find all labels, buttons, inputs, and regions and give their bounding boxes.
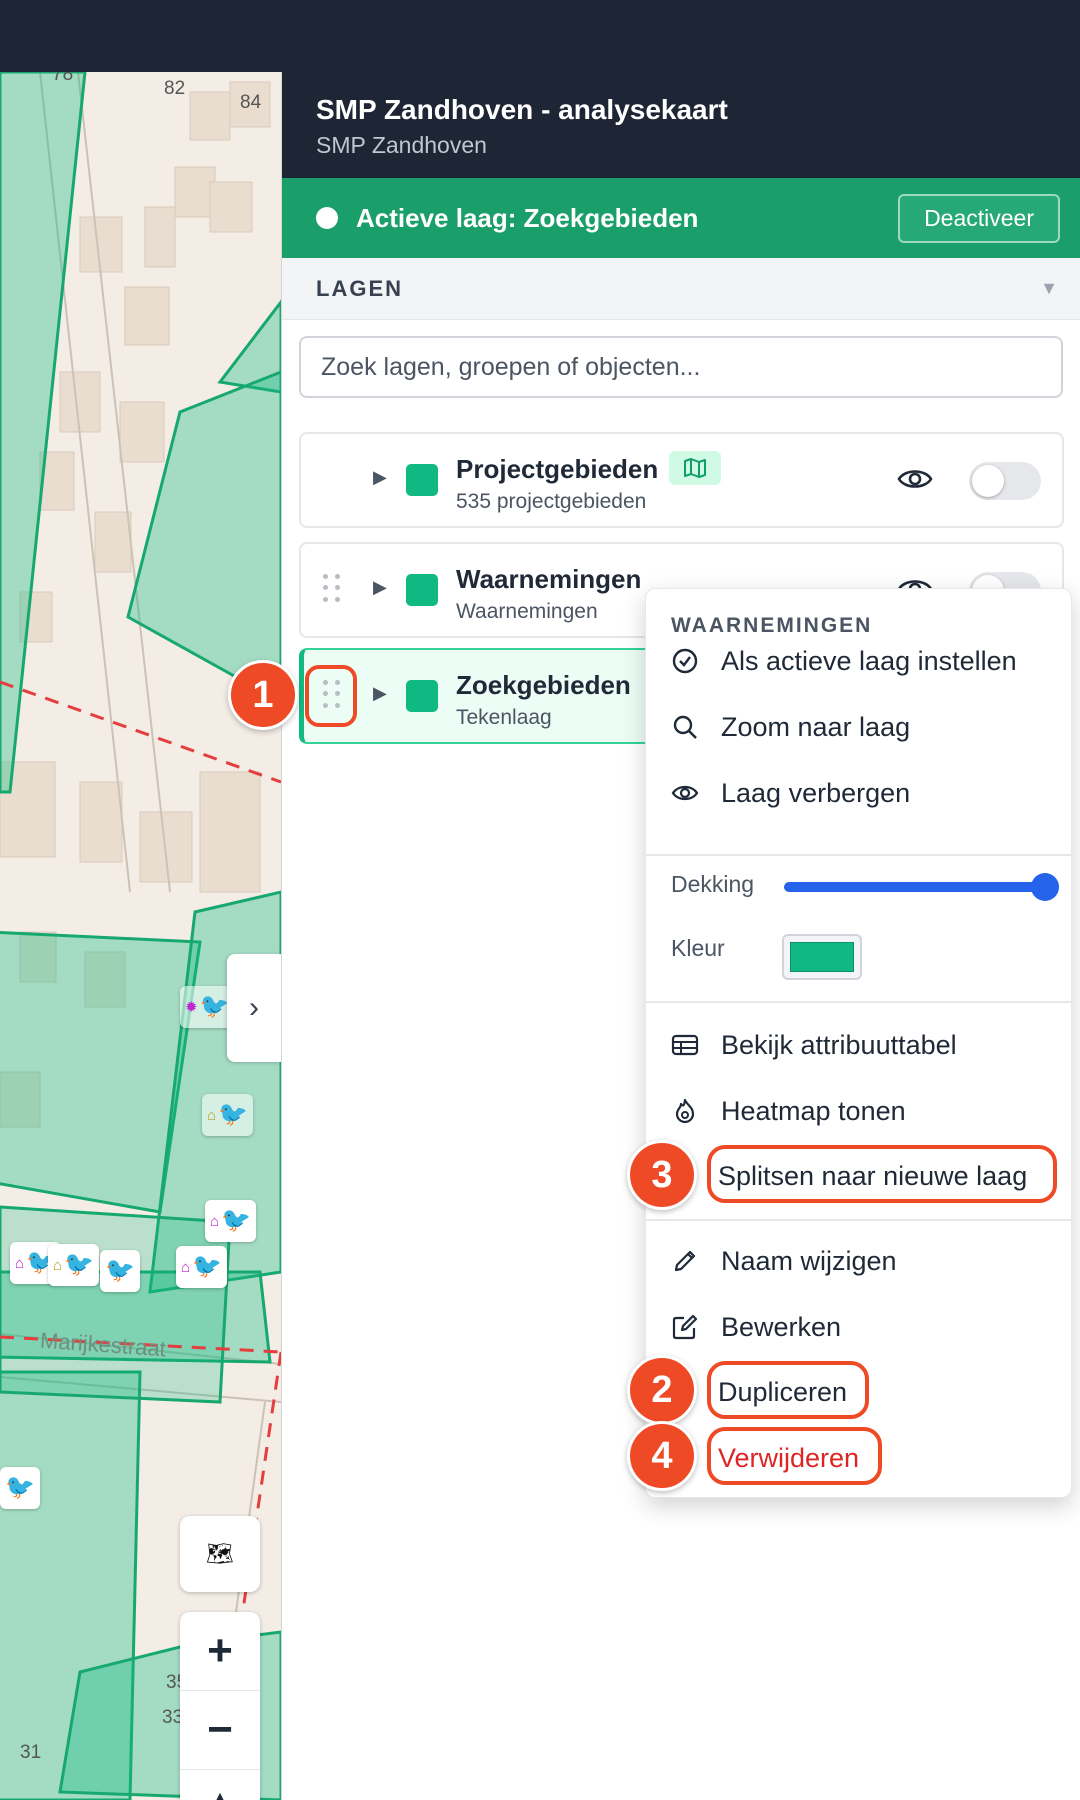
layer-color-swatch	[406, 680, 438, 712]
color-picker[interactable]	[782, 934, 862, 980]
top-app-bar	[0, 0, 1080, 72]
layer-name: Projectgebieden	[456, 454, 659, 484]
layer-search-input[interactable]	[321, 352, 1041, 382]
map-view[interactable]: 78 82 84 Marijkestraat 35 33 31 ✹ 🐦 ⌂ 🐦 ⌂ 🐦…	[0, 72, 281, 1800]
menu-item-rename[interactable]: Naam wijzigen	[671, 1241, 897, 1281]
observation-marker[interactable]: ⌂ 🐦	[202, 1094, 253, 1136]
map-icon	[669, 451, 721, 485]
menu-item-heatmap[interactable]: Heatmap tonen	[671, 1091, 906, 1131]
menu-item-label: Bewerken	[721, 1311, 842, 1342]
menu-item-label: Heatmap tonen	[721, 1095, 906, 1126]
active-indicator-icon	[316, 207, 338, 229]
context-menu-title: WAARNEMINGEN	[671, 614, 873, 637]
map-house-number: 78	[52, 72, 74, 85]
observation-marker[interactable]: 🐦	[0, 1467, 40, 1509]
callout-highlight-duplicate	[707, 1361, 869, 1419]
collapse-caret-icon[interactable]: ▼	[1040, 278, 1058, 299]
observation-marker[interactable]: ⌂ 🐦	[205, 1200, 256, 1242]
menu-divider	[646, 1219, 1071, 1221]
layer-color-swatch	[406, 464, 438, 496]
expand-caret-icon[interactable]: ▶	[373, 467, 387, 488]
map-house-number: 84	[240, 92, 262, 113]
menu-item-label: Laag verbergen	[721, 777, 911, 808]
menu-item-label: Zoom naar laag	[721, 711, 911, 742]
eye-icon	[671, 785, 699, 801]
plus-icon: +	[207, 1626, 233, 1675]
callout-badge: 2	[627, 1355, 697, 1425]
map-house-number: 82	[164, 78, 186, 99]
layers-section-title: LAGEN	[316, 275, 403, 301]
menu-item-hide-layer[interactable]: Laag verbergen	[671, 773, 910, 813]
expand-caret-icon[interactable]: ▶	[373, 683, 387, 704]
layer-color-swatch	[406, 574, 438, 606]
panel-header: SMP Zandhoven - analysekaart SMP Zandhov…	[282, 72, 1080, 178]
compass-button[interactable]: ▲▼	[180, 1770, 260, 1800]
opacity-slider-thumb[interactable]	[1031, 873, 1059, 901]
opacity-label: Dekking	[671, 871, 755, 897]
callout-badge: 1	[228, 660, 298, 730]
layer-name: Zoekgebieden	[456, 670, 631, 700]
minus-icon: −	[207, 1705, 233, 1754]
map-title: SMP Zandhoven - analysekaart	[316, 94, 728, 125]
drag-handle-icon[interactable]	[323, 574, 341, 604]
edit-square-icon	[672, 1314, 698, 1340]
menu-item-attribute-table[interactable]: Bekijk attribuuttabel	[671, 1025, 957, 1065]
eye-icon[interactable]	[897, 464, 933, 499]
table-icon	[671, 1034, 699, 1056]
layer-subtitle: 535 projectgebieden	[456, 490, 647, 513]
basemap-icon: 🗺	[206, 1541, 234, 1566]
menu-item-set-active[interactable]: Als actieve laag instellen	[671, 641, 1017, 681]
compass-icon: ▲	[207, 1783, 233, 1800]
callout-highlight-delete	[707, 1427, 882, 1485]
deactivate-button[interactable]: Deactiveer	[898, 193, 1060, 243]
active-layer-bar: Actieve laag: Zoekgebieden Deactiveer	[282, 178, 1080, 258]
layer-subtitle: Waarnemingen	[456, 600, 598, 623]
color-label: Kleur	[671, 935, 725, 961]
menu-item-edit[interactable]: Bewerken	[671, 1307, 841, 1347]
search-icon	[673, 715, 697, 739]
callout-badge: 3	[627, 1140, 697, 1210]
color-swatch	[790, 942, 854, 972]
opacity-slider[interactable]	[784, 882, 1046, 892]
layer-row-projectgebieden[interactable]: ▶ Projectgebieden 535 projectgebieden	[299, 432, 1064, 528]
basemap-switch-button[interactable]: 🗺	[180, 1516, 260, 1592]
expand-caret-icon[interactable]: ▶	[373, 577, 387, 598]
collapse-panel-button[interactable]: ›	[227, 954, 281, 1062]
project-name: SMP Zandhoven	[316, 132, 487, 158]
active-layer-label: Actieve laag: Zoekgebieden	[356, 202, 699, 233]
callout-badge: 4	[627, 1421, 697, 1491]
visibility-toggle[interactable]	[969, 462, 1041, 500]
observation-marker[interactable]: ⌂ 🐦	[176, 1246, 227, 1288]
menu-item-label: Naam wijzigen	[721, 1245, 897, 1276]
observation-marker[interactable]: ⌂ 🐦	[48, 1244, 99, 1286]
menu-divider	[646, 1001, 1071, 1003]
observation-marker[interactable]: 🐦	[100, 1250, 140, 1292]
layers-section-header[interactable]: LAGEN ▼	[282, 258, 1080, 320]
pencil-icon	[674, 1250, 696, 1272]
map-house-number: 31	[20, 1742, 42, 1763]
callout-highlight-split	[707, 1145, 1057, 1203]
callout-highlight-drag-handle	[305, 665, 357, 727]
check-circle-icon	[672, 648, 698, 674]
layer-name: Waarnemingen	[456, 564, 642, 594]
layer-subtitle: Tekenlaag	[456, 706, 552, 729]
zoom-out-button[interactable]: −	[180, 1691, 260, 1770]
menu-item-label: Als actieve laag instellen	[721, 645, 1017, 676]
zoom-controls: + − ▲▼	[180, 1612, 260, 1800]
menu-item-label: Bekijk attribuuttabel	[721, 1029, 957, 1060]
flame-icon	[675, 1098, 695, 1124]
menu-divider	[646, 854, 1071, 856]
menu-item-zoom-to-layer[interactable]: Zoom naar laag	[671, 707, 910, 747]
layer-context-menu: WAARNEMINGEN Als actieve laag instellen …	[645, 588, 1072, 1498]
zoom-in-button[interactable]: +	[180, 1612, 260, 1691]
chevron-right-icon: ›	[249, 991, 259, 1024]
layer-search[interactable]	[299, 336, 1063, 398]
